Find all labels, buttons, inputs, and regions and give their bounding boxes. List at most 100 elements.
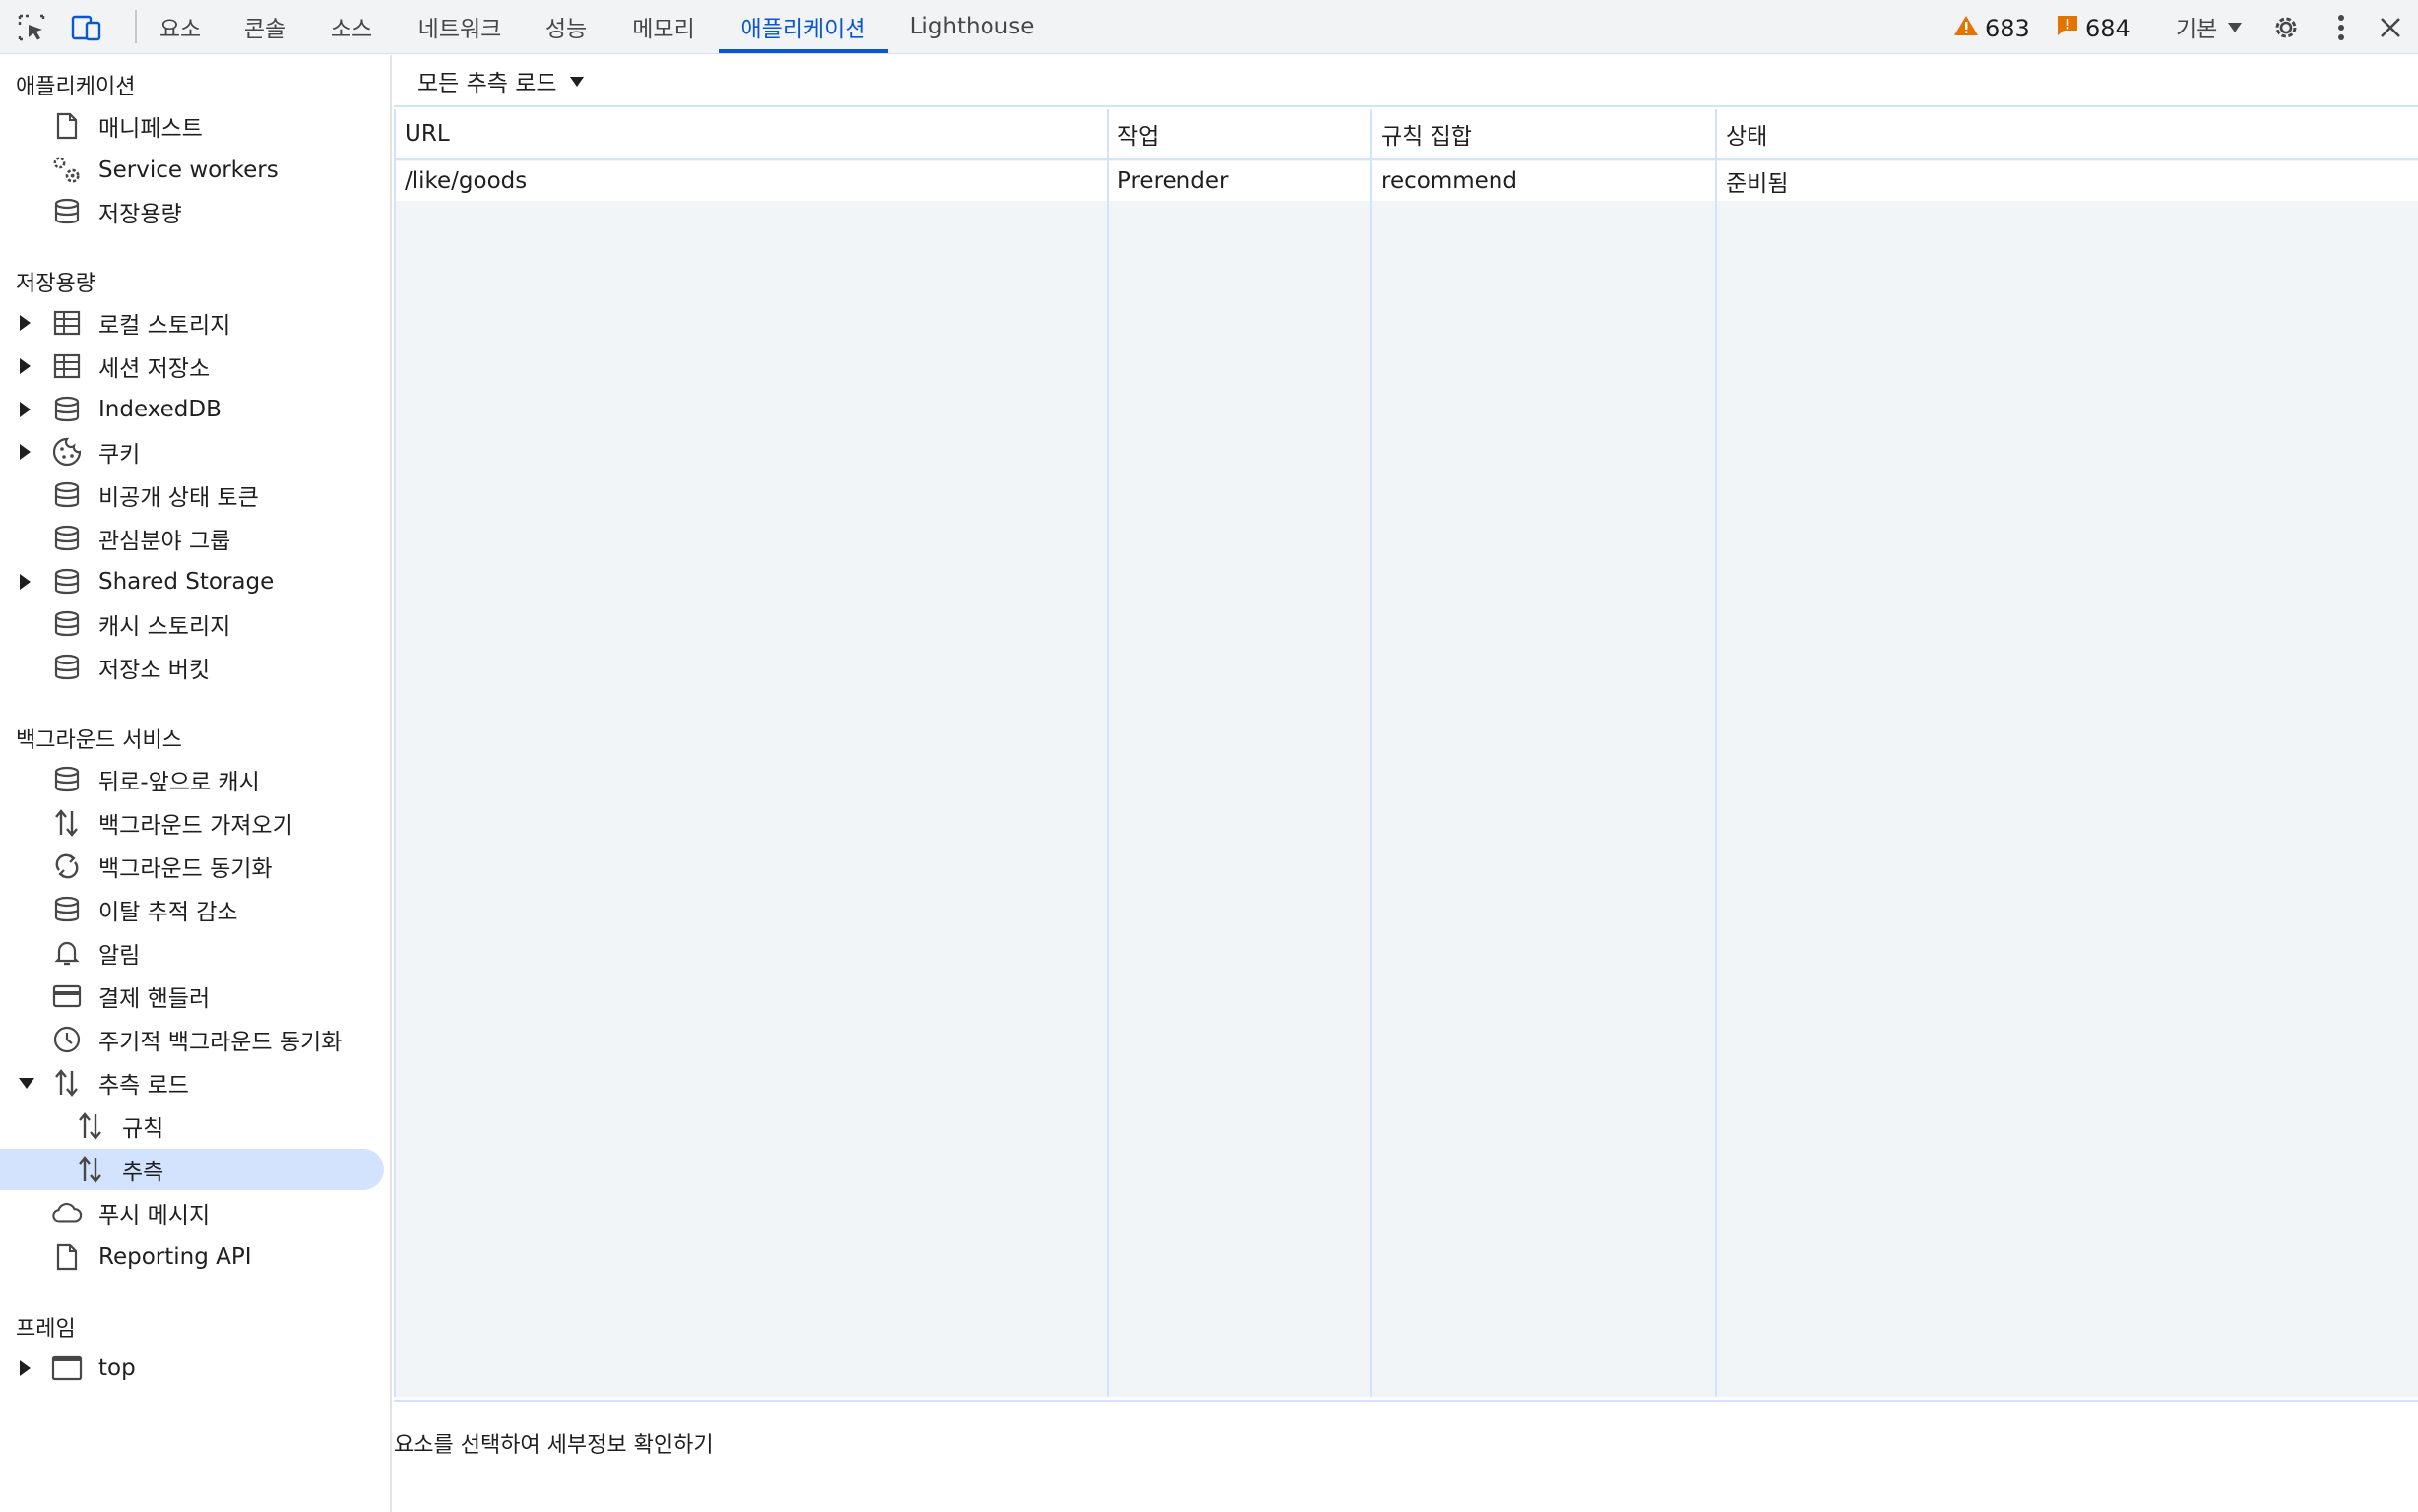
speculations-panel: 모든 추측 로드 URL 작업 규칙 집합 상태 /like/goods Pre… bbox=[394, 55, 2418, 1512]
sidebar-item-label: 알림 bbox=[98, 943, 141, 969]
sidebar-item-speculations[interactable]: 추측 bbox=[0, 1149, 384, 1190]
section-title-application: 애플리케이션 bbox=[16, 75, 136, 99]
tab-application[interactable]: 애플리케이션 bbox=[719, 0, 888, 53]
expand-arrow-icon[interactable] bbox=[20, 315, 31, 331]
sidebar-item-local-storage[interactable]: 로컬 스토리지 bbox=[0, 302, 384, 344]
sidebar-item-cookies[interactable]: 쿠키 bbox=[0, 431, 384, 472]
sidebar-item-rules[interactable]: 규칙 bbox=[0, 1105, 384, 1147]
issue-flag-icon bbox=[2056, 14, 2079, 43]
sidebar-item-label: 비공개 상태 토큰 bbox=[98, 485, 259, 511]
issues-count: 684 bbox=[2085, 15, 2131, 42]
section-title-storage: 저장용량 bbox=[16, 272, 95, 296]
sidebar-item-background-fetch[interactable]: 백그라운드 가져오기 bbox=[0, 802, 384, 844]
cell-rule-set: recommend bbox=[1381, 168, 1517, 194]
sidebar-item-push-messaging[interactable]: 푸시 메시지 bbox=[0, 1192, 384, 1233]
throttle-dropdown[interactable]: 기본 bbox=[2176, 10, 2243, 43]
sidebar-item-label: 백그라운드 동기화 bbox=[98, 856, 273, 882]
updown-arrows-icon bbox=[75, 1110, 106, 1142]
sidebar-item-reporting-api[interactable]: Reporting API bbox=[0, 1236, 384, 1278]
sidebar-item-private-state-tokens[interactable]: 비공개 상태 토큰 bbox=[0, 474, 384, 516]
sidebar-item-manifest[interactable]: 매니페스트 bbox=[0, 105, 384, 147]
frame-icon bbox=[51, 1353, 83, 1384]
tab-network[interactable]: 네트워크 bbox=[406, 0, 514, 53]
filter-label: 모든 추측 로드 bbox=[417, 71, 557, 96]
database-icon bbox=[51, 479, 83, 511]
column-header-status[interactable]: 상태 bbox=[1717, 109, 2418, 158]
table-icon bbox=[51, 307, 83, 339]
device-toolbar-icon[interactable] bbox=[71, 12, 102, 43]
expand-arrow-icon[interactable] bbox=[20, 574, 31, 590]
database-icon bbox=[51, 523, 83, 554]
sidebar-item-indexeddb[interactable]: IndexedDB bbox=[0, 389, 384, 430]
sidebar-item-frame-top[interactable]: top bbox=[0, 1348, 384, 1389]
credit-card-icon bbox=[51, 980, 83, 1012]
sidebar-item-periodic-background-sync[interactable]: 주기적 백그라운드 동기화 bbox=[0, 1019, 384, 1060]
details-placeholder: 요소를 선택하여 세부정보 확인하기 bbox=[394, 1433, 714, 1458]
sidebar-item-label: 주기적 백그라운드 동기화 bbox=[98, 1030, 343, 1055]
database-icon bbox=[51, 394, 83, 425]
sidebar-item-speculative-loads[interactable]: 추측 로드 bbox=[0, 1062, 384, 1103]
sidebar-item-label: 이탈 추적 감소 bbox=[98, 900, 238, 925]
close-icon[interactable] bbox=[2375, 12, 2406, 43]
application-sidebar: 애플리케이션 매니페스트 Service workers 저장용량 저장용량 로… bbox=[0, 55, 392, 1512]
sidebar-item-service-workers[interactable]: Service workers bbox=[0, 150, 384, 191]
sidebar-item-label: Service workers bbox=[98, 158, 279, 183]
database-icon bbox=[51, 566, 83, 598]
tab-memory[interactable]: 메모리 bbox=[618, 0, 709, 53]
sidebar-item-payment-handler[interactable]: 결제 핸들러 bbox=[0, 976, 384, 1017]
tab-lighthouse[interactable]: Lighthouse bbox=[898, 0, 1046, 53]
sidebar-item-label: 쿠키 bbox=[98, 442, 141, 468]
expand-arrow-icon[interactable] bbox=[20, 358, 31, 374]
more-options-icon[interactable] bbox=[2325, 12, 2357, 43]
column-divider[interactable] bbox=[1715, 109, 1717, 1397]
sidebar-item-bounce-tracking-mitigations[interactable]: 이탈 추적 감소 bbox=[0, 889, 384, 930]
tab-sources[interactable]: 소스 bbox=[317, 0, 386, 53]
table-header: URL 작업 규칙 집합 상태 bbox=[396, 109, 2418, 160]
sidebar-item-session-storage[interactable]: 세션 저장소 bbox=[0, 346, 384, 387]
sidebar-item-shared-storage[interactable]: Shared Storage bbox=[0, 561, 384, 602]
expand-arrow-icon[interactable] bbox=[20, 444, 31, 460]
sidebar-item-label: 결제 핸들러 bbox=[98, 986, 211, 1012]
warnings-badge[interactable]: 683 bbox=[1953, 12, 2030, 45]
expand-arrow-icon[interactable] bbox=[20, 402, 31, 417]
filter-bar: 모든 추측 로드 bbox=[394, 55, 2418, 107]
updown-arrows-icon bbox=[51, 807, 83, 839]
sidebar-item-notifications[interactable]: 알림 bbox=[0, 932, 384, 974]
section-title-frames: 프레임 bbox=[16, 1317, 76, 1342]
sidebar-item-storage-buckets[interactable]: 저장소 버킷 bbox=[0, 647, 384, 688]
cell-url: /like/goods bbox=[405, 168, 528, 194]
sync-icon bbox=[51, 850, 83, 882]
sidebar-item-label: 로컬 스토리지 bbox=[98, 313, 231, 339]
sidebar-item-label: 규칙 bbox=[122, 1116, 164, 1142]
clock-icon bbox=[51, 1024, 83, 1055]
dropdown-triangle-icon bbox=[569, 68, 585, 94]
column-header-url[interactable]: URL bbox=[396, 109, 1109, 158]
table-row[interactable]: /like/goods Prerender recommend 준비됨 bbox=[396, 161, 2418, 201]
database-icon bbox=[51, 652, 83, 683]
expand-arrow-icon[interactable] bbox=[20, 1360, 31, 1376]
table-icon bbox=[51, 350, 83, 382]
sidebar-item-storage-overview[interactable]: 저장용량 bbox=[0, 191, 384, 232]
tab-console[interactable]: 콘솔 bbox=[232, 0, 297, 53]
settings-gear-icon[interactable] bbox=[2270, 12, 2302, 43]
collapse-arrow-icon[interactable] bbox=[19, 1077, 34, 1089]
column-header-rule-set[interactable]: 규칙 집합 bbox=[1372, 109, 1717, 158]
column-header-action[interactable]: 작업 bbox=[1109, 109, 1372, 158]
sidebar-item-label: 저장용량 bbox=[98, 202, 182, 227]
column-divider[interactable] bbox=[1107, 109, 1109, 1397]
database-icon bbox=[51, 894, 83, 925]
sidebar-item-label: 추측 로드 bbox=[98, 1073, 189, 1099]
sidebar-item-interest-groups[interactable]: 관심분야 그룹 bbox=[0, 518, 384, 559]
speculation-filter-dropdown[interactable]: 모든 추측 로드 bbox=[417, 63, 585, 98]
sidebar-item-bfcache[interactable]: 뒤로-앞으로 캐시 bbox=[0, 759, 384, 800]
sidebar-item-label: 백그라운드 가져오기 bbox=[98, 813, 293, 839]
updown-arrows-icon bbox=[75, 1154, 106, 1185]
column-divider[interactable] bbox=[1370, 109, 1372, 1397]
tab-elements[interactable]: 요소 bbox=[148, 0, 213, 53]
tab-performance[interactable]: 성능 bbox=[534, 0, 599, 53]
inspect-element-icon[interactable] bbox=[16, 12, 47, 43]
issues-badge[interactable]: 684 bbox=[2056, 12, 2131, 45]
cloud-icon bbox=[51, 1197, 83, 1228]
sidebar-item-cache-storage[interactable]: 캐시 스토리지 bbox=[0, 603, 384, 645]
sidebar-item-background-sync[interactable]: 백그라운드 동기화 bbox=[0, 846, 384, 887]
